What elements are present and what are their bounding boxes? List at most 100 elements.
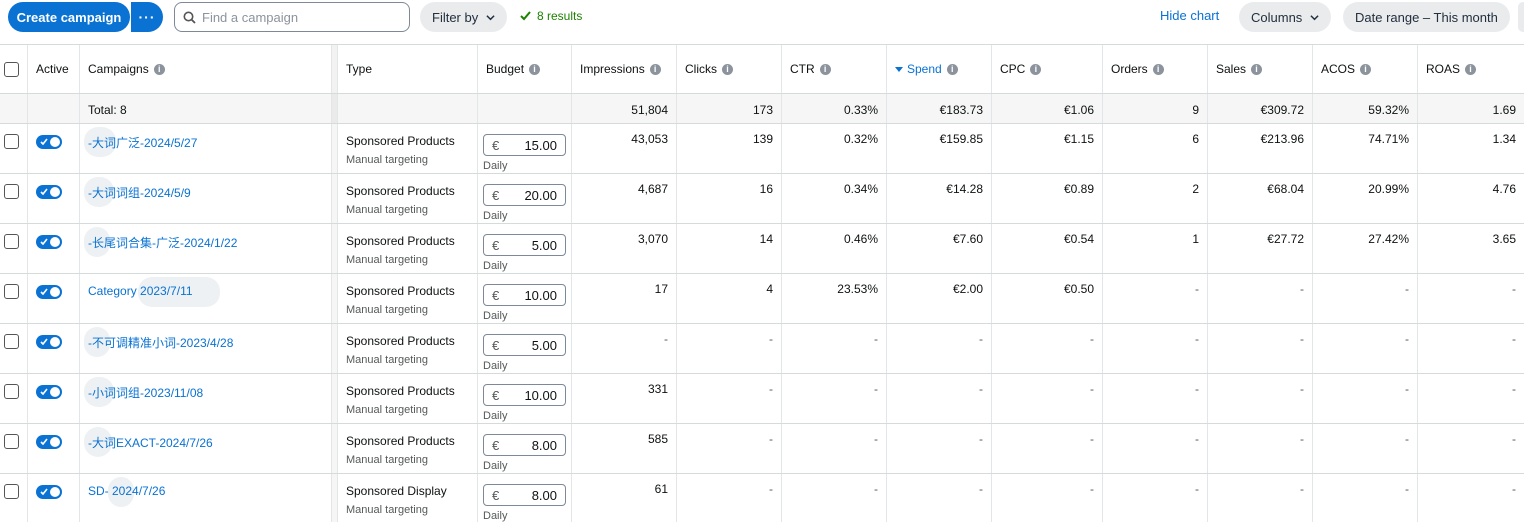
campaign-name-link[interactable]: -大词EXACT-2024/7/26: [88, 434, 213, 451]
info-icon[interactable]: i: [1360, 63, 1372, 75]
budget-cell: € 5.00 Daily: [478, 224, 572, 273]
budget-input[interactable]: € 15.00: [483, 134, 566, 156]
row-select-cell: [0, 174, 28, 223]
header-active[interactable]: Active: [28, 45, 80, 93]
info-icon[interactable]: i: [153, 63, 165, 75]
type-cell: Sponsored Display Manual targeting: [338, 474, 478, 522]
active-toggle[interactable]: [36, 335, 62, 349]
budget-period: Daily: [483, 510, 508, 522]
info-icon[interactable]: i: [1152, 63, 1164, 75]
row-checkbox[interactable]: [4, 234, 19, 249]
header-campaigns[interactable]: Campaigns i: [80, 45, 332, 93]
header-cpc-label: CPC: [1000, 62, 1026, 76]
budget-input[interactable]: € 8.00: [483, 434, 566, 456]
row-checkbox[interactable]: [4, 434, 19, 449]
info-icon[interactable]: i: [819, 63, 831, 75]
budget-input[interactable]: € 5.00: [483, 234, 566, 256]
cpc-value: €0.50: [992, 274, 1103, 323]
campaign-cell: -大词词组-2024/5/9: [80, 174, 332, 223]
acos-value: 27.42%: [1313, 224, 1418, 273]
campaign-name-link[interactable]: -小词词组-2023/11/08: [88, 384, 203, 401]
select-all-checkbox[interactable]: [4, 62, 19, 77]
campaign-type: Sponsored Products: [346, 434, 455, 448]
total-spend: €183.73: [887, 94, 992, 123]
header-type[interactable]: Type: [338, 45, 478, 93]
table-row: -长尾词合集-广泛-2024/1/22 Sponsored Products M…: [0, 224, 1524, 274]
more-actions-button[interactable]: ···: [131, 2, 163, 32]
date-range-label: Date range – This month: [1355, 9, 1498, 25]
header-roas[interactable]: ROAS i: [1418, 45, 1524, 93]
active-toggle[interactable]: [36, 485, 62, 499]
info-icon[interactable]: i: [722, 63, 733, 75]
search-input[interactable]: [202, 9, 402, 25]
roas-value: -: [1512, 432, 1516, 446]
filter-by-button[interactable]: Filter by: [420, 2, 508, 32]
cpc-value: €0.54: [992, 224, 1103, 273]
type-cell: Sponsored Products Manual targeting: [338, 224, 478, 273]
active-toggle[interactable]: [36, 435, 62, 449]
campaign-name-link[interactable]: -不可调精准小词-2023/4/28: [88, 334, 233, 351]
header-acos[interactable]: ACOS i: [1313, 45, 1418, 93]
campaign-name-link[interactable]: Category 2023/7/11: [88, 284, 193, 298]
active-toggle[interactable]: [36, 135, 62, 149]
info-icon[interactable]: i: [946, 63, 958, 75]
total-row: Total: 8 51,804 173 0.33% €183.73 €1.06 …: [0, 94, 1524, 124]
header-budget[interactable]: Budget i: [478, 45, 572, 93]
campaign-name-link[interactable]: SD- 2024/7/26: [88, 484, 165, 498]
budget-input[interactable]: € 8.00: [483, 484, 566, 506]
budget-input[interactable]: € 5.00: [483, 334, 566, 356]
header-impressions[interactable]: Impressions i: [572, 45, 677, 93]
create-campaign-button[interactable]: Create campaign: [8, 2, 130, 32]
clicks-value: -: [677, 324, 782, 373]
orders-value: -: [1103, 324, 1208, 373]
spend-value: -: [887, 324, 992, 373]
budget-input[interactable]: € 20.00: [483, 184, 566, 206]
row-checkbox[interactable]: [4, 384, 19, 399]
info-icon[interactable]: i: [1251, 63, 1263, 75]
campaign-name-link[interactable]: -长尾词合集-广泛-2024/1/22: [88, 234, 237, 251]
header-orders[interactable]: Orders i: [1103, 45, 1208, 93]
active-toggle[interactable]: [36, 285, 62, 299]
impressions-value: 61: [572, 474, 677, 522]
campaign-name-link[interactable]: -大词广泛-2024/5/27: [88, 134, 197, 151]
active-toggle[interactable]: [36, 235, 62, 249]
info-icon[interactable]: i: [1030, 63, 1042, 75]
header-clicks[interactable]: Clicks i: [677, 45, 782, 93]
info-icon[interactable]: i: [1465, 63, 1477, 75]
overflow-button[interactable]: [1518, 2, 1524, 32]
header-sales[interactable]: Sales i: [1208, 45, 1313, 93]
row-checkbox[interactable]: [4, 334, 19, 349]
active-toggle[interactable]: [36, 185, 62, 199]
hide-chart-link[interactable]: Hide chart: [1160, 8, 1219, 23]
active-toggle[interactable]: [36, 385, 62, 399]
total-clicks: 173: [677, 94, 782, 123]
spend-value: -: [887, 374, 992, 423]
sales-value: €213.96: [1208, 124, 1313, 173]
search-box[interactable]: [174, 2, 410, 32]
row-checkbox[interactable]: [4, 484, 19, 499]
sales-value: -: [1208, 324, 1313, 373]
row-checkbox[interactable]: [4, 134, 19, 149]
budget-input[interactable]: € 10.00: [483, 384, 566, 406]
campaign-type: Sponsored Products: [346, 284, 455, 298]
date-range-button[interactable]: Date range – This month: [1343, 2, 1510, 32]
orders-value: -: [1103, 424, 1208, 473]
active-cell: [28, 274, 80, 323]
columns-button[interactable]: Columns: [1239, 2, 1332, 32]
budget-input[interactable]: € 10.00: [483, 284, 566, 306]
campaign-name-link[interactable]: -大词词组-2024/5/9: [88, 184, 191, 201]
header-spend[interactable]: Spend i: [887, 45, 992, 93]
active-cell: [28, 424, 80, 473]
info-icon[interactable]: i: [649, 63, 661, 75]
total-cell-empty: [0, 94, 28, 123]
check-icon: [40, 488, 48, 496]
budget-period: Daily: [483, 210, 508, 222]
sales-value: -: [1208, 374, 1313, 423]
row-checkbox[interactable]: [4, 284, 19, 299]
row-checkbox[interactable]: [4, 184, 19, 199]
total-cell-empty: [28, 94, 80, 123]
info-icon[interactable]: i: [529, 63, 541, 75]
budget-cell: € 5.00 Daily: [478, 324, 572, 373]
header-ctr[interactable]: CTR i: [782, 45, 887, 93]
header-cpc[interactable]: CPC i: [992, 45, 1103, 93]
